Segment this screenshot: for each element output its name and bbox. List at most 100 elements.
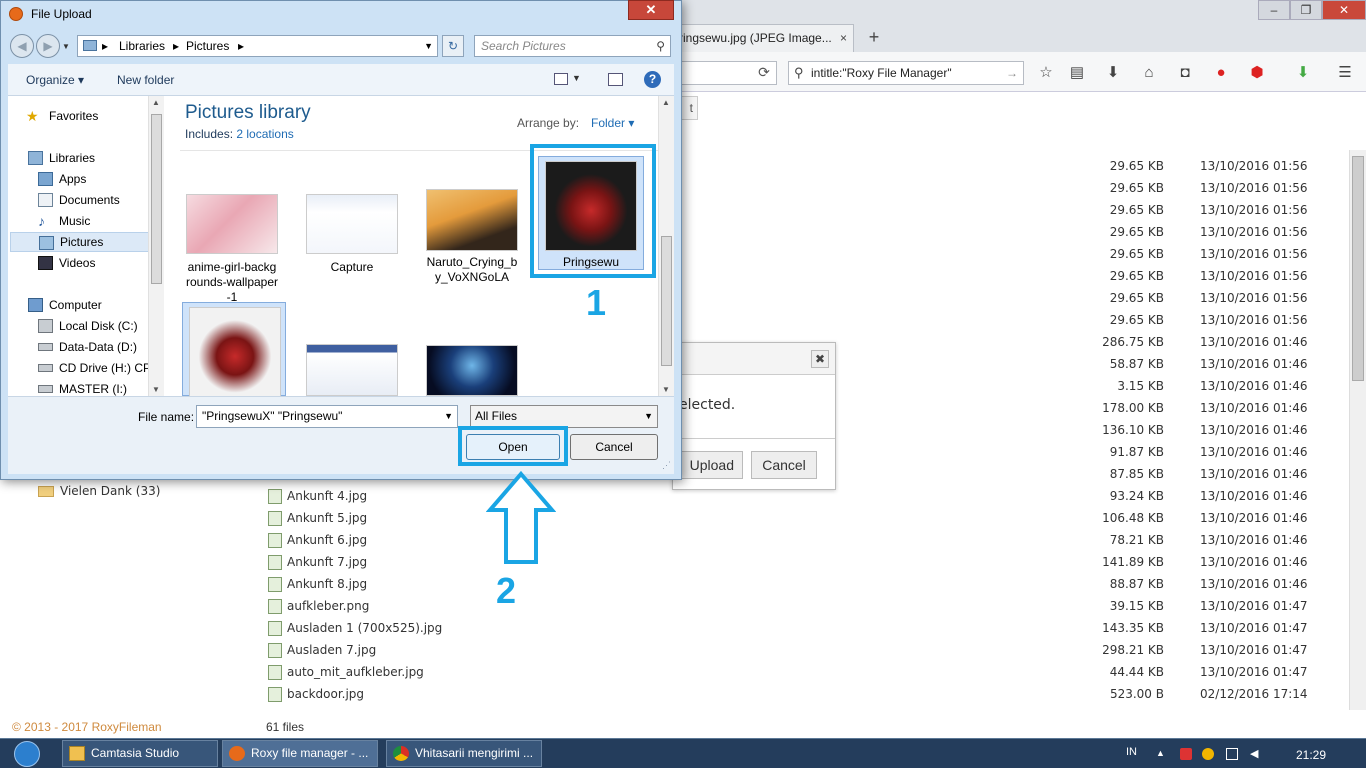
start-button[interactable]: [2, 740, 54, 768]
upload-dialog-close-icon[interactable]: ✖: [811, 350, 829, 368]
home-icon[interactable]: ⌂: [1138, 63, 1160, 83]
thumbnail-item[interactable]: Naruto_Crying_b y_VoXNGoLA: [422, 189, 526, 309]
chevron-down-icon[interactable]: ▼: [424, 36, 433, 56]
action-center-icon[interactable]: [1180, 748, 1192, 760]
organize-button[interactable]: Organize ▾: [26, 73, 84, 87]
annotation-highlight-1: [530, 144, 656, 278]
search-go-icon[interactable]: →: [1006, 62, 1018, 84]
preview-pane-icon[interactable]: [608, 73, 623, 86]
file-row[interactable]: Ankunft 5.jpg 106.48 KB 13/10/2016 01:46: [0, 507, 1345, 529]
forward-button[interactable]: ▶: [36, 34, 60, 58]
minimize-button[interactable]: –: [1258, 0, 1290, 20]
green-arrow-icon[interactable]: ⬇: [1292, 63, 1314, 83]
file-row[interactable]: Ankunft 8.jpg 88.87 KB 13/10/2016 01:46: [0, 573, 1345, 595]
scroll-up-icon[interactable]: ▲: [152, 98, 160, 107]
nav-cd-drive[interactable]: CD Drive (H:) CPI: [8, 358, 148, 378]
tray-expand-icon[interactable]: ▲: [1156, 748, 1168, 760]
breadcrumb-libraries[interactable]: Libraries: [119, 36, 165, 56]
includes-link[interactable]: 2 locations: [236, 127, 293, 141]
clock[interactable]: 21:29: [1296, 748, 1326, 762]
dialog-close-button[interactable]: ✕: [628, 0, 674, 20]
nav-pictures[interactable]: Pictures: [10, 232, 150, 252]
browser-tab[interactable]: ringsewu.jpg (JPEG Image... ×: [672, 24, 854, 52]
file-row[interactable]: aufkleber.png 39.15 KB 13/10/2016 01:47: [0, 595, 1345, 617]
file-row[interactable]: Ankunft 7.jpg 141.89 KB 13/10/2016 01:46: [0, 551, 1345, 573]
search-icon[interactable]: ⚲: [656, 36, 665, 56]
adblock-icon[interactable]: ⬢: [1246, 63, 1268, 83]
taskbar-item-roxy[interactable]: Roxy file manager - ...: [222, 740, 378, 767]
nav-computer[interactable]: Computer: [8, 295, 148, 315]
address-bar[interactable]: ▸ Libraries ▸ Pictures ▸ ▼: [77, 35, 438, 57]
file-row[interactable]: Ankunft 6.jpg 78.21 KB 13/10/2016 01:46: [0, 529, 1345, 551]
arrange-dropdown[interactable]: Folder ▾: [591, 116, 634, 130]
star-icon[interactable]: ☆: [1035, 63, 1057, 83]
breadcrumb-pictures[interactable]: Pictures: [186, 36, 229, 56]
new-tab-button[interactable]: +: [862, 24, 886, 52]
thumbnail-item[interactable]: anime-girl-backg rounds-wallpaper -1: [182, 194, 286, 314]
file-row[interactable]: backdoor.jpg 523.00 B 02/12/2016 17:14: [0, 683, 1345, 705]
upload-cancel-button[interactable]: Cancel: [751, 451, 817, 479]
page-scrollbar[interactable]: [1349, 150, 1366, 710]
back-button[interactable]: ◀: [10, 34, 34, 58]
upload-button[interactable]: Upload: [673, 451, 743, 479]
nav-libraries[interactable]: Libraries: [8, 148, 148, 168]
dialog-search-input[interactable]: Search Pictures ⚲: [474, 35, 671, 57]
file-name-input[interactable]: "PringsewuX" "Pringsewu" ▼: [196, 405, 458, 428]
nav-videos[interactable]: Videos: [8, 253, 148, 273]
disk-icon: [38, 319, 53, 333]
file-type-select[interactable]: All Files ▼: [470, 405, 658, 428]
view-icon[interactable]: [554, 73, 568, 85]
download-icon[interactable]: ⬇: [1102, 63, 1124, 83]
tab-close-icon[interactable]: ×: [840, 25, 847, 51]
shield-icon[interactable]: ●: [1210, 63, 1232, 83]
restore-button[interactable]: ❐: [1290, 0, 1322, 20]
new-folder-button[interactable]: New folder: [117, 73, 174, 87]
file-row[interactable]: auto_mit_aufkleber.jpg 44.44 KB 13/10/2016…: [0, 661, 1345, 683]
file-row[interactable]: Ausladen 1 (700x525).jpg 143.35 KB 13/10/2…: [0, 617, 1345, 639]
scrollbar-thumb[interactable]: [661, 236, 672, 366]
resize-grip-icon[interactable]: ⋰: [662, 460, 671, 471]
volume-icon[interactable]: ◀: [1250, 748, 1262, 760]
reading-list-icon[interactable]: ▤: [1066, 63, 1088, 83]
window-close-button[interactable]: ✕: [1322, 0, 1366, 20]
nav-label: Apps: [59, 172, 87, 186]
chevron-down-icon[interactable]: ▼: [444, 406, 453, 427]
nav-favorites[interactable]: ★ Favorites: [8, 106, 148, 126]
nav-data-disk[interactable]: Data-Data (D:): [8, 337, 148, 357]
file-size: 87.85 KB: [1109, 467, 1164, 481]
file-size: 91.87 KB: [1109, 445, 1164, 459]
menu-icon[interactable]: ☰: [1334, 63, 1356, 83]
scroll-down-icon[interactable]: ▼: [662, 385, 670, 394]
thumbnail-item[interactable]: [302, 344, 406, 396]
nav-scrollbar[interactable]: ▲ ▼: [148, 96, 164, 396]
pocket-icon[interactable]: ◘: [1174, 63, 1196, 83]
help-icon[interactable]: ?: [644, 71, 661, 88]
tray-app-icon[interactable]: [1202, 748, 1214, 760]
taskbar-item-chrome[interactable]: Vhitasarii mengirimi ...: [386, 740, 542, 767]
nav-documents[interactable]: Documents: [8, 190, 148, 210]
thumbnail-item[interactable]: [422, 345, 526, 396]
cancel-button[interactable]: Cancel: [570, 434, 658, 460]
file-row[interactable]: Ausladen 7.jpg 298.21 KB 13/10/2016 01:47: [0, 639, 1345, 661]
thumbnail-item-selected[interactable]: [182, 302, 286, 397]
folder-item[interactable]: Vielen Dank (33): [38, 484, 160, 498]
file-name: aufkleber.png: [287, 599, 370, 613]
network-icon[interactable]: [1226, 748, 1238, 760]
view-dropdown-icon[interactable]: ▼: [572, 73, 581, 83]
refresh-icon[interactable]: ↻: [442, 35, 464, 57]
nav-label: Favorites: [49, 109, 99, 123]
scroll-up-icon[interactable]: ▲: [662, 98, 670, 107]
taskbar-item-camtasia[interactable]: Camtasia Studio: [62, 740, 218, 767]
history-dropdown-icon[interactable]: ▼: [62, 42, 70, 51]
nav-local-disk[interactable]: Local Disk (C:): [8, 316, 148, 336]
scroll-down-icon[interactable]: ▼: [152, 385, 160, 394]
reload-icon[interactable]: ⟳: [752, 61, 776, 85]
scrollbar-thumb[interactable]: [151, 114, 162, 284]
nav-music[interactable]: ♪ Music: [8, 211, 148, 231]
nav-apps[interactable]: Apps: [8, 169, 148, 189]
thumbnail-item[interactable]: Capture: [302, 194, 406, 314]
scrollbar-thumb[interactable]: [1352, 156, 1364, 381]
browser-search-bar[interactable]: ⚲ intitle:"Roxy File Manager" →: [788, 61, 1024, 85]
language-indicator[interactable]: IN: [1126, 746, 1137, 758]
file-pane-scrollbar[interactable]: ▲ ▼: [658, 96, 674, 396]
